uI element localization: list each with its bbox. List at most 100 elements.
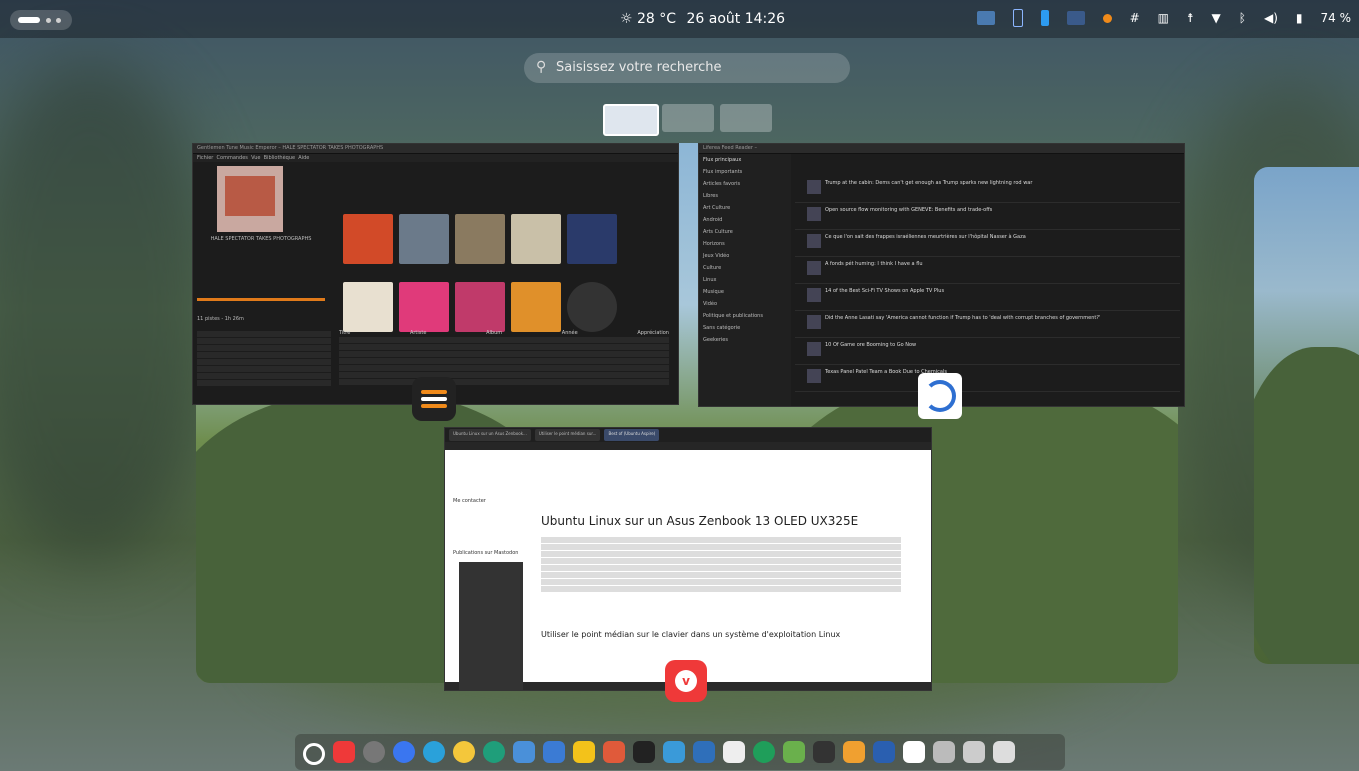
photos-icon[interactable] (453, 741, 475, 763)
feed-item[interactable]: Culture (699, 262, 791, 274)
headline-row[interactable]: A fonds pét huming: I think I have a flu (795, 257, 1180, 284)
menu-item[interactable]: Vue (251, 155, 260, 161)
drop-icon[interactable] (903, 741, 925, 763)
monitor-icon[interactable] (976, 11, 995, 25)
web-page[interactable]: Me contacter Publications sur Mastodon U… (445, 450, 931, 690)
menu-bar[interactable]: Fichier Commandes Vue Bibliothèque Aide (193, 154, 678, 162)
tab-bar[interactable]: Ubuntu Linux sur un Asus Zenbook... Util… (445, 428, 931, 442)
battery-icon[interactable]: ▮ (1296, 11, 1303, 25)
image-icon[interactable] (873, 741, 895, 763)
media-icon[interactable] (1066, 11, 1085, 25)
puzzle-icon[interactable]: # (1130, 11, 1140, 25)
feed-item[interactable]: Android (699, 214, 791, 226)
feed-item[interactable]: Horizons (699, 238, 791, 250)
feed-item[interactable]: Geekeries (699, 334, 791, 346)
browser-tab[interactable]: Utiliser le point médian sur... (534, 429, 601, 441)
queue-list[interactable] (197, 330, 331, 387)
headline-row[interactable]: Ce que l'on sait des frappes israélienne… (795, 230, 1180, 257)
workspace-thumbnail-1[interactable] (603, 104, 659, 136)
settings-icon[interactable] (843, 741, 865, 763)
software-icon[interactable] (573, 741, 595, 763)
workspace-thumbnail-2[interactable] (662, 104, 714, 132)
maps-icon[interactable] (483, 741, 505, 763)
headline-list[interactable]: Trump at the cabin: Dems can't get enoug… (795, 176, 1180, 392)
feed-item[interactable]: Flux principaux (699, 154, 791, 166)
telegram-icon[interactable] (423, 741, 445, 763)
feed-item[interactable]: Musique (699, 286, 791, 298)
feed-item[interactable]: Jeux Vidéo (699, 250, 791, 262)
documents-icon[interactable] (513, 741, 535, 763)
feed-item[interactable]: Arts Culture (699, 226, 791, 238)
browser-tab[interactable]: Best of (Ubuntu Aspire) (604, 429, 660, 441)
music-icon[interactable] (663, 741, 685, 763)
phone-icon[interactable] (1012, 9, 1023, 27)
feed-item[interactable]: Libres (699, 190, 791, 202)
feed-item[interactable]: Art Culture (699, 202, 791, 214)
menu-item[interactable]: Fichier (197, 155, 213, 161)
bluetooth-icon[interactable]: ᛒ (1239, 11, 1246, 25)
album-cover[interactable] (399, 282, 449, 332)
system-tray[interactable]: # ▥ ☨ ▼ ᛒ ◀) ▮ 74 % (976, 9, 1351, 27)
feed-item[interactable]: Vidéo (699, 298, 791, 310)
next-workspace-preview[interactable] (1254, 167, 1359, 664)
calendar-icon[interactable] (723, 741, 745, 763)
feed-item[interactable]: Articles favoris (699, 178, 791, 190)
terminal-icon[interactable] (783, 741, 805, 763)
clipboard-icon[interactable]: ▥ (1158, 11, 1169, 25)
headline-row[interactable]: Did the Anne Lasati say 'America cannot … (795, 311, 1180, 338)
record-icon[interactable] (1102, 13, 1112, 23)
phone-battery-icon[interactable] (1040, 10, 1049, 26)
wifi-icon[interactable]: ▼ (1212, 11, 1221, 25)
menu-item[interactable]: Commandes (217, 155, 248, 161)
column-header[interactable]: Année (562, 330, 578, 336)
track-table[interactable]: Titre Artiste Album Année Appréciation (339, 330, 669, 386)
tasks-app-icon[interactable] (412, 377, 456, 421)
progress-bar[interactable] (197, 298, 325, 301)
feed-sidebar[interactable]: Flux principaux Flux importants Articles… (699, 154, 791, 406)
album-cover[interactable] (399, 214, 449, 264)
feed-item[interactable]: Linux (699, 274, 791, 286)
album-cover[interactable] (455, 214, 505, 264)
feed-reader-app-icon[interactable] (918, 373, 962, 419)
volume-icon[interactable]: ◀) (1264, 11, 1278, 25)
files-icon[interactable] (543, 741, 565, 763)
browser-tab[interactable]: Ubuntu Linux sur un Asus Zenbook... (449, 429, 531, 441)
music-player-window[interactable]: Gentlemen Tune Music Emperor – HALE SPEC… (192, 143, 679, 405)
web-icon[interactable] (753, 741, 775, 763)
column-header[interactable]: Album (486, 330, 502, 336)
feed-item[interactable]: Sans catégorie (699, 322, 791, 334)
browser-window[interactable]: Ubuntu Linux sur un Asus Zenbook... Util… (444, 427, 932, 691)
column-header[interactable]: Artiste (410, 330, 426, 336)
column-header[interactable]: Titre (339, 330, 350, 336)
album-cover[interactable] (511, 282, 561, 332)
todo-icon[interactable] (633, 741, 655, 763)
album-cover[interactable] (567, 214, 617, 264)
vivaldi-app-icon[interactable]: v (665, 660, 707, 702)
calculator-icon[interactable] (693, 741, 715, 763)
clock[interactable]: ☼ 28 °C 26 août 14:26 (620, 11, 785, 27)
rss-reader-window[interactable]: Liferea Feed Reader – Flux principaux Fl… (698, 143, 1185, 407)
headline-row[interactable]: Open source flow monitoring with GENEVE:… (795, 203, 1180, 230)
headline-row[interactable]: 14 of the Best Sci-Fi TV Shows on Apple … (795, 284, 1180, 311)
headline-row[interactable]: Texas Panel Patel Team a Book Due to Che… (795, 365, 1180, 392)
rhythmbox-icon[interactable] (363, 741, 385, 763)
column-header[interactable]: Appréciation (637, 330, 669, 336)
album-cover[interactable] (511, 214, 561, 264)
notes-icon[interactable] (993, 741, 1015, 763)
headline-row[interactable]: 10 Of Game ore Booming to Go Now (795, 338, 1180, 365)
workspace-thumbnail-3[interactable] (720, 104, 772, 132)
feed-item[interactable]: Politique et publications (699, 310, 791, 322)
headline-row[interactable]: Trump at the cabin: Dems can't get enoug… (795, 176, 1180, 203)
vivaldi-icon[interactable] (333, 741, 355, 763)
menu-item[interactable]: Bibliothèque (264, 155, 295, 161)
album-cover[interactable] (343, 214, 393, 264)
album-cover[interactable] (343, 282, 393, 332)
sd-card-icon[interactable] (933, 741, 955, 763)
feed-item[interactable]: Flux importants (699, 166, 791, 178)
album-cover[interactable] (455, 282, 505, 332)
save-icon[interactable] (963, 741, 985, 763)
mastodon-widget[interactable] (459, 562, 523, 690)
signal-icon[interactable] (393, 741, 415, 763)
menu-item[interactable]: Aide (298, 155, 309, 161)
activities-button[interactable] (10, 10, 72, 30)
